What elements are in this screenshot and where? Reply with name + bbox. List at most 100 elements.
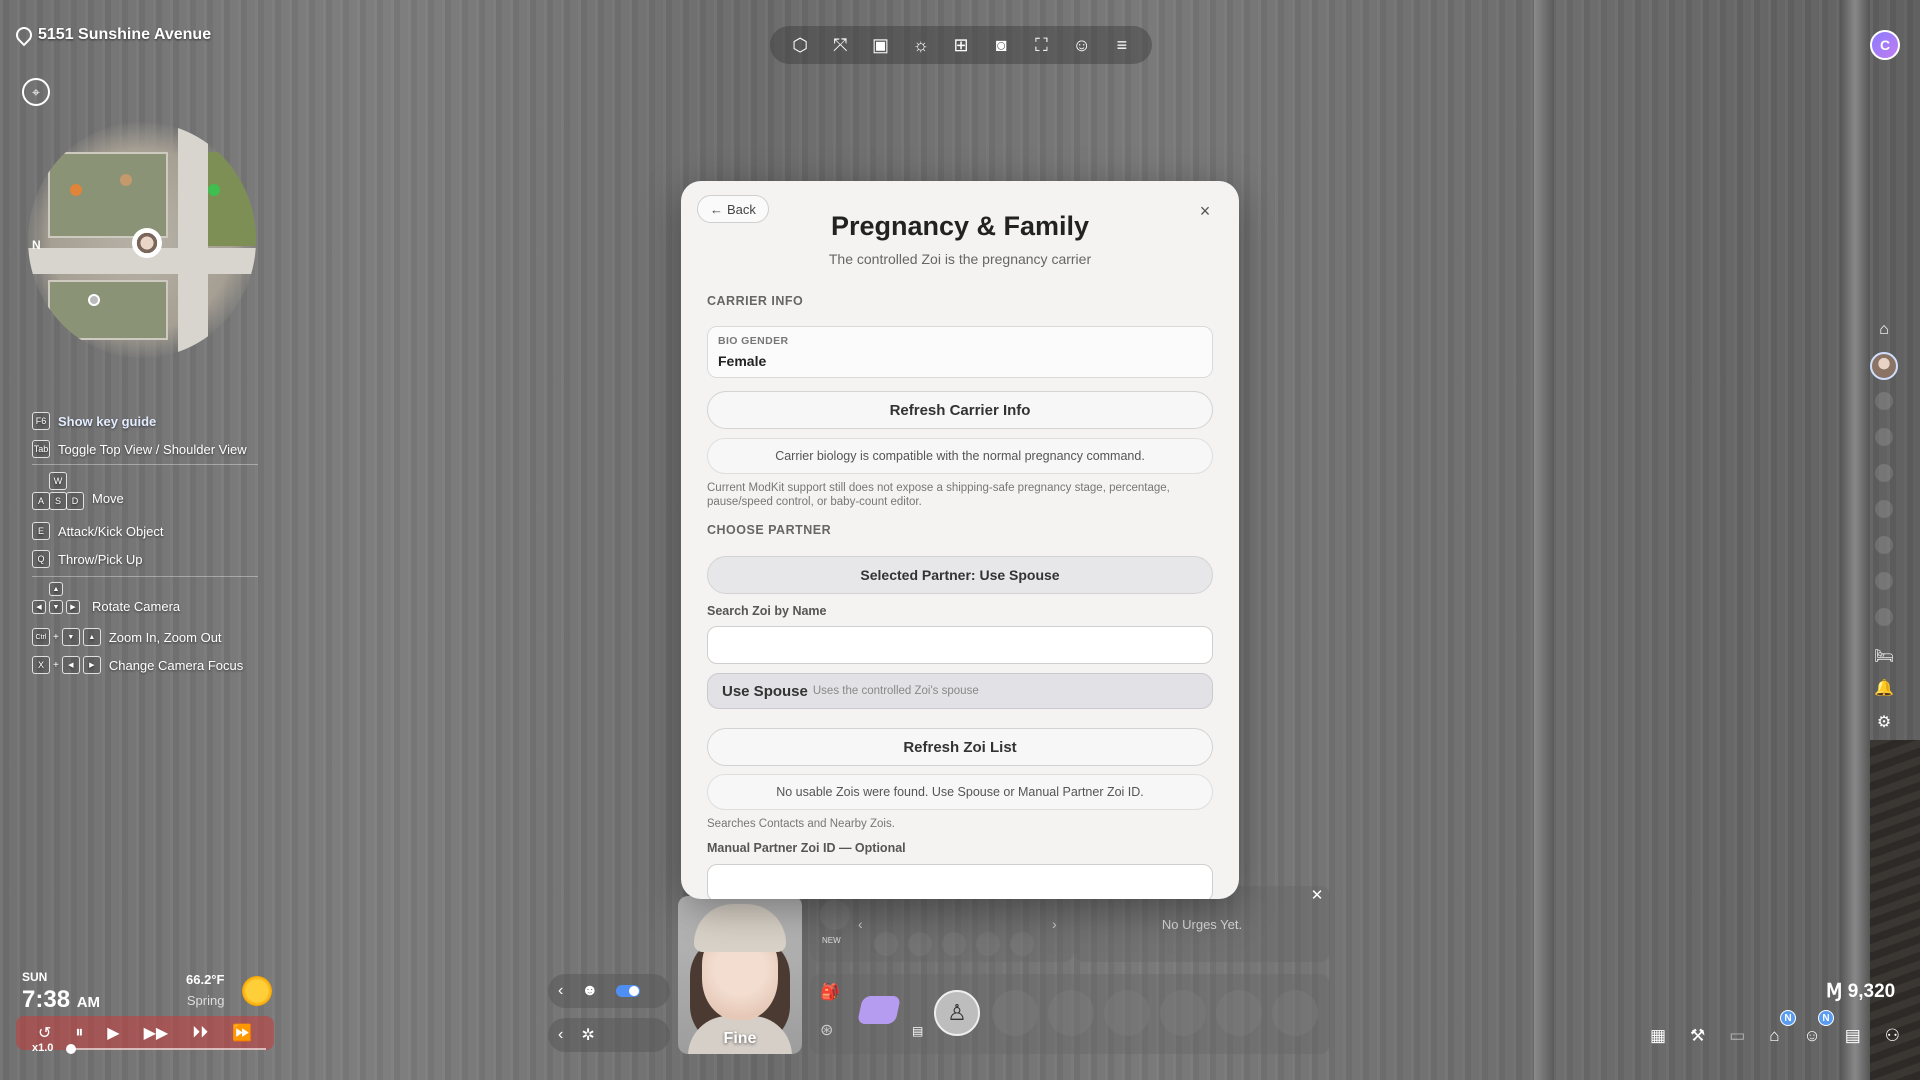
key-guide-row: Tab Toggle Top View / Shoulder View bbox=[32, 440, 247, 458]
chevron-left-icon[interactable]: ‹ bbox=[858, 916, 863, 932]
need-slot[interactable] bbox=[942, 932, 966, 956]
inventory-slot[interactable] bbox=[1048, 990, 1094, 1036]
steering-icon[interactable]: ⊛ bbox=[820, 1020, 833, 1040]
clock-label: 7:38 AM bbox=[22, 986, 100, 1014]
time-display: SUN 7:38 AM bbox=[22, 970, 100, 1014]
family-icon[interactable]: ⚇ bbox=[1885, 1026, 1900, 1046]
household-slot[interactable] bbox=[1875, 500, 1893, 518]
dialog-title: Pregnancy & Family bbox=[830, 211, 1090, 241]
career-icon[interactable]: ⚒ bbox=[1690, 1026, 1705, 1046]
auto-toggle[interactable] bbox=[616, 985, 641, 997]
close-icon[interactable]: ✕ bbox=[1308, 886, 1326, 904]
speed-3-button[interactable]: ⏵⏵ bbox=[192, 1024, 208, 1042]
inventory-slot[interactable] bbox=[1160, 990, 1206, 1036]
quest-icon[interactable]: ▦ bbox=[1650, 1026, 1666, 1046]
selected-partner-button[interactable]: Selected Partner: Use Spouse bbox=[707, 556, 1213, 594]
minimap-shop-marker-icon[interactable] bbox=[70, 184, 82, 196]
speed-2-button[interactable]: ▶▶ bbox=[144, 1023, 169, 1043]
minimap-home-marker-icon[interactable] bbox=[88, 294, 100, 306]
profile-button[interactable]: C bbox=[1870, 30, 1900, 60]
vehicle-icon[interactable]: ▭ bbox=[1729, 1026, 1745, 1046]
minimap[interactable]: N bbox=[28, 122, 256, 358]
photo-camera-icon[interactable]: ◙ bbox=[986, 30, 1016, 60]
camera-video-icon[interactable]: ▣ bbox=[866, 30, 896, 60]
carrier-info-heading: CARRIER INFO bbox=[707, 294, 804, 308]
minimap-location-marker-icon[interactable] bbox=[208, 184, 220, 196]
minimap-park bbox=[208, 152, 256, 246]
play-button[interactable]: ▶ bbox=[107, 1023, 119, 1043]
household-slot[interactable] bbox=[1875, 572, 1893, 590]
key-cap: W bbox=[49, 472, 67, 490]
use-spouse-option[interactable]: Use Spouse Uses the controlled Zoi's spo… bbox=[707, 673, 1213, 709]
mood-action-icon[interactable]: ☻ bbox=[581, 982, 598, 1000]
history-icon[interactable]: ↺ bbox=[38, 1023, 51, 1043]
id-card-icon[interactable]: ▤ bbox=[1845, 1026, 1861, 1046]
speed-4-button[interactable]: ⏩ bbox=[232, 1023, 252, 1043]
mood-label: Fine bbox=[723, 1030, 757, 1047]
location-label[interactable]: 5151 Sunshine Avenue bbox=[16, 26, 211, 44]
household-slot[interactable] bbox=[1875, 464, 1893, 482]
divider bbox=[32, 464, 258, 465]
menu-icon[interactable]: ≡ bbox=[1107, 30, 1137, 60]
need-slot[interactable] bbox=[908, 932, 932, 956]
backpack-icon[interactable]: 🎒 bbox=[820, 982, 840, 1002]
inventory-slot[interactable] bbox=[1272, 990, 1318, 1036]
gesture-control: ‹ ✲ bbox=[548, 1018, 670, 1052]
household-avatar[interactable] bbox=[1870, 352, 1898, 380]
key-cap: A bbox=[32, 492, 50, 510]
chevron-left-icon[interactable]: ‹ bbox=[558, 982, 563, 1000]
modkit-note: Current ModKit support still does not ex… bbox=[707, 482, 1170, 508]
chevron-left-icon[interactable]: ‹ bbox=[558, 1026, 563, 1044]
search-zoi-input[interactable] bbox=[707, 626, 1213, 664]
option-description: Uses the controlled Zoi's spouse bbox=[812, 685, 979, 697]
compass-icon[interactable]: ⌖ bbox=[22, 78, 50, 106]
relationships-icon[interactable]: ☺ bbox=[1803, 1026, 1820, 1046]
focus-frame-icon[interactable]: ⛶ bbox=[1026, 30, 1056, 60]
gift-icon[interactable]: ▤ bbox=[912, 1024, 923, 1038]
manual-partner-label: Manual Partner Zoi ID — Optional bbox=[707, 841, 906, 855]
people-settings-icon[interactable]: ⚙ bbox=[1867, 708, 1901, 736]
bed-icon[interactable]: 🛏 bbox=[1867, 642, 1901, 670]
house-icon[interactable]: ⌂ bbox=[1769, 1026, 1779, 1046]
household-slot[interactable] bbox=[1875, 392, 1893, 410]
chevron-right-icon[interactable]: › bbox=[1052, 916, 1057, 932]
person-icon[interactable]: ♙ bbox=[934, 990, 980, 1036]
inventory-slot[interactable] bbox=[1216, 990, 1262, 1036]
need-slot[interactable] bbox=[1010, 932, 1034, 956]
need-slot[interactable] bbox=[874, 932, 898, 956]
face-capture-icon[interactable]: ☺ bbox=[1067, 30, 1097, 60]
time-slider[interactable] bbox=[66, 1044, 266, 1054]
home-icon[interactable]: ⌂ bbox=[1867, 316, 1901, 344]
background-beam bbox=[1534, 0, 1554, 1080]
right-sidebar: ⌂ 🛏 🔔 ⚙ bbox=[1867, 316, 1901, 746]
minimap-north-label: N bbox=[32, 238, 41, 252]
clock-ampm: AM bbox=[76, 994, 101, 1011]
household-slot[interactable] bbox=[1875, 428, 1893, 446]
minimap-player-avatar bbox=[132, 228, 162, 258]
inventory-slot[interactable] bbox=[992, 990, 1038, 1036]
need-slot[interactable] bbox=[976, 932, 1000, 956]
key-guide-row[interactable]: F6 Show key guide bbox=[32, 412, 156, 430]
refresh-zoi-list-button[interactable]: Refresh Zoi List bbox=[707, 728, 1213, 766]
need-slot[interactable] bbox=[820, 900, 850, 930]
build-mode-icon[interactable]: ⬡ bbox=[785, 30, 815, 60]
phone-icon[interactable] bbox=[857, 996, 901, 1024]
zoi-portrait[interactable]: Fine bbox=[678, 896, 802, 1054]
bell-icon[interactable]: 🔔 bbox=[1867, 674, 1901, 702]
gesture-wheel-icon[interactable]: ✲ bbox=[581, 1025, 594, 1045]
measure-icon[interactable]: ⤧ bbox=[825, 30, 855, 60]
key-guide-row: ▲ ◀ ▼ ▶ Rotate Camera bbox=[32, 582, 180, 624]
minimap-road bbox=[178, 122, 208, 358]
minimap-lot-marker-icon[interactable] bbox=[120, 174, 132, 186]
location-pin-icon bbox=[16, 27, 28, 43]
light-icon[interactable]: ☼ bbox=[906, 30, 936, 60]
household-slot[interactable] bbox=[1875, 536, 1893, 554]
manual-partner-input[interactable] bbox=[707, 864, 1213, 899]
pause-button[interactable]: ⏸ bbox=[75, 1024, 83, 1042]
key-cap: D bbox=[66, 492, 84, 510]
refresh-carrier-button[interactable]: Refresh Carrier Info bbox=[707, 391, 1213, 429]
household-slot[interactable] bbox=[1875, 608, 1893, 626]
add-photo-icon[interactable]: ⊞ bbox=[946, 30, 976, 60]
key-cap: S bbox=[49, 492, 67, 510]
inventory-slot[interactable] bbox=[1104, 990, 1150, 1036]
